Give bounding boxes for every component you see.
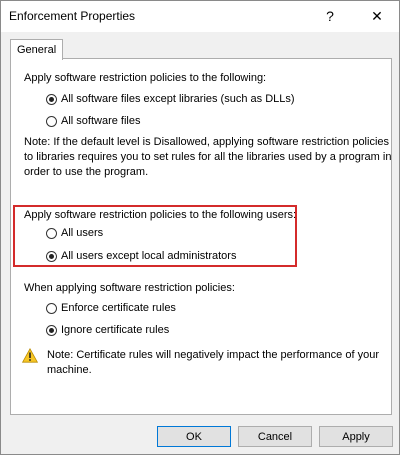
files-heading: Apply software restriction policies to t… [24, 72, 267, 84]
radio-circle [46, 324, 57, 336]
apply-button[interactable]: Apply [319, 426, 393, 447]
radio-circle [46, 250, 57, 262]
certificate-warning-text: Note: Certificate rules will negatively … [47, 348, 379, 378]
tab-general-label: General [17, 44, 57, 56]
radio-label: All software files [61, 115, 141, 127]
close-icon: ✕ [371, 7, 383, 24]
note-line: order to use the program. [24, 166, 149, 178]
title-bar: Enforcement Properties ? ✕ [1, 1, 399, 32]
tab-general[interactable]: General [10, 39, 64, 60]
radio-all-except-libraries[interactable]: All software files except libraries (suc… [46, 93, 295, 105]
radio-all-users[interactable]: All users [46, 227, 103, 239]
dialog-window: Enforcement Properties ? ✕ General Apply… [0, 0, 400, 455]
help-icon: ? [326, 8, 334, 24]
warning-line: machine. [47, 364, 92, 376]
radio-label: Enforce certificate rules [61, 302, 176, 314]
libraries-note: Note: If the default level is Disallowed… [24, 135, 391, 180]
warning-icon [22, 348, 38, 363]
note-line: to libraries requires you to set rules f… [24, 151, 392, 163]
radio-circle [46, 227, 57, 239]
radio-label: All users except local administrators [61, 250, 237, 262]
ok-button[interactable]: OK [157, 426, 231, 447]
radio-selected-dot [49, 327, 54, 333]
radio-label: Ignore certificate rules [61, 324, 170, 336]
radio-circle [46, 93, 57, 105]
radio-all-except-admins[interactable]: All users except local administrators [46, 250, 236, 262]
tab-strip: General [1, 32, 399, 60]
note-line: Note: If the default level is Disallowed… [24, 136, 390, 148]
users-heading: Apply software restriction policies to t… [24, 209, 297, 221]
radio-selected-dot [49, 96, 54, 102]
radio-label: All users [61, 227, 104, 239]
radio-circle [46, 115, 57, 127]
close-button[interactable]: ✕ [362, 4, 392, 28]
radio-enforce-certificate-rules[interactable]: Enforce certificate rules [46, 302, 176, 314]
warning-line: Note: Certificate rules will negatively … [47, 349, 379, 361]
radio-selected-dot [49, 253, 54, 259]
radio-all-software-files[interactable]: All software files [46, 115, 140, 127]
radio-ignore-certificate-rules[interactable]: Ignore certificate rules [46, 324, 169, 336]
window-title: Enforcement Properties [9, 9, 136, 23]
help-button[interactable]: ? [315, 4, 345, 28]
certificate-heading: When applying software restriction polic… [24, 282, 235, 294]
cancel-button[interactable]: Cancel [238, 426, 312, 447]
radio-label: All software files except libraries (suc… [61, 93, 295, 105]
radio-circle [46, 302, 57, 314]
